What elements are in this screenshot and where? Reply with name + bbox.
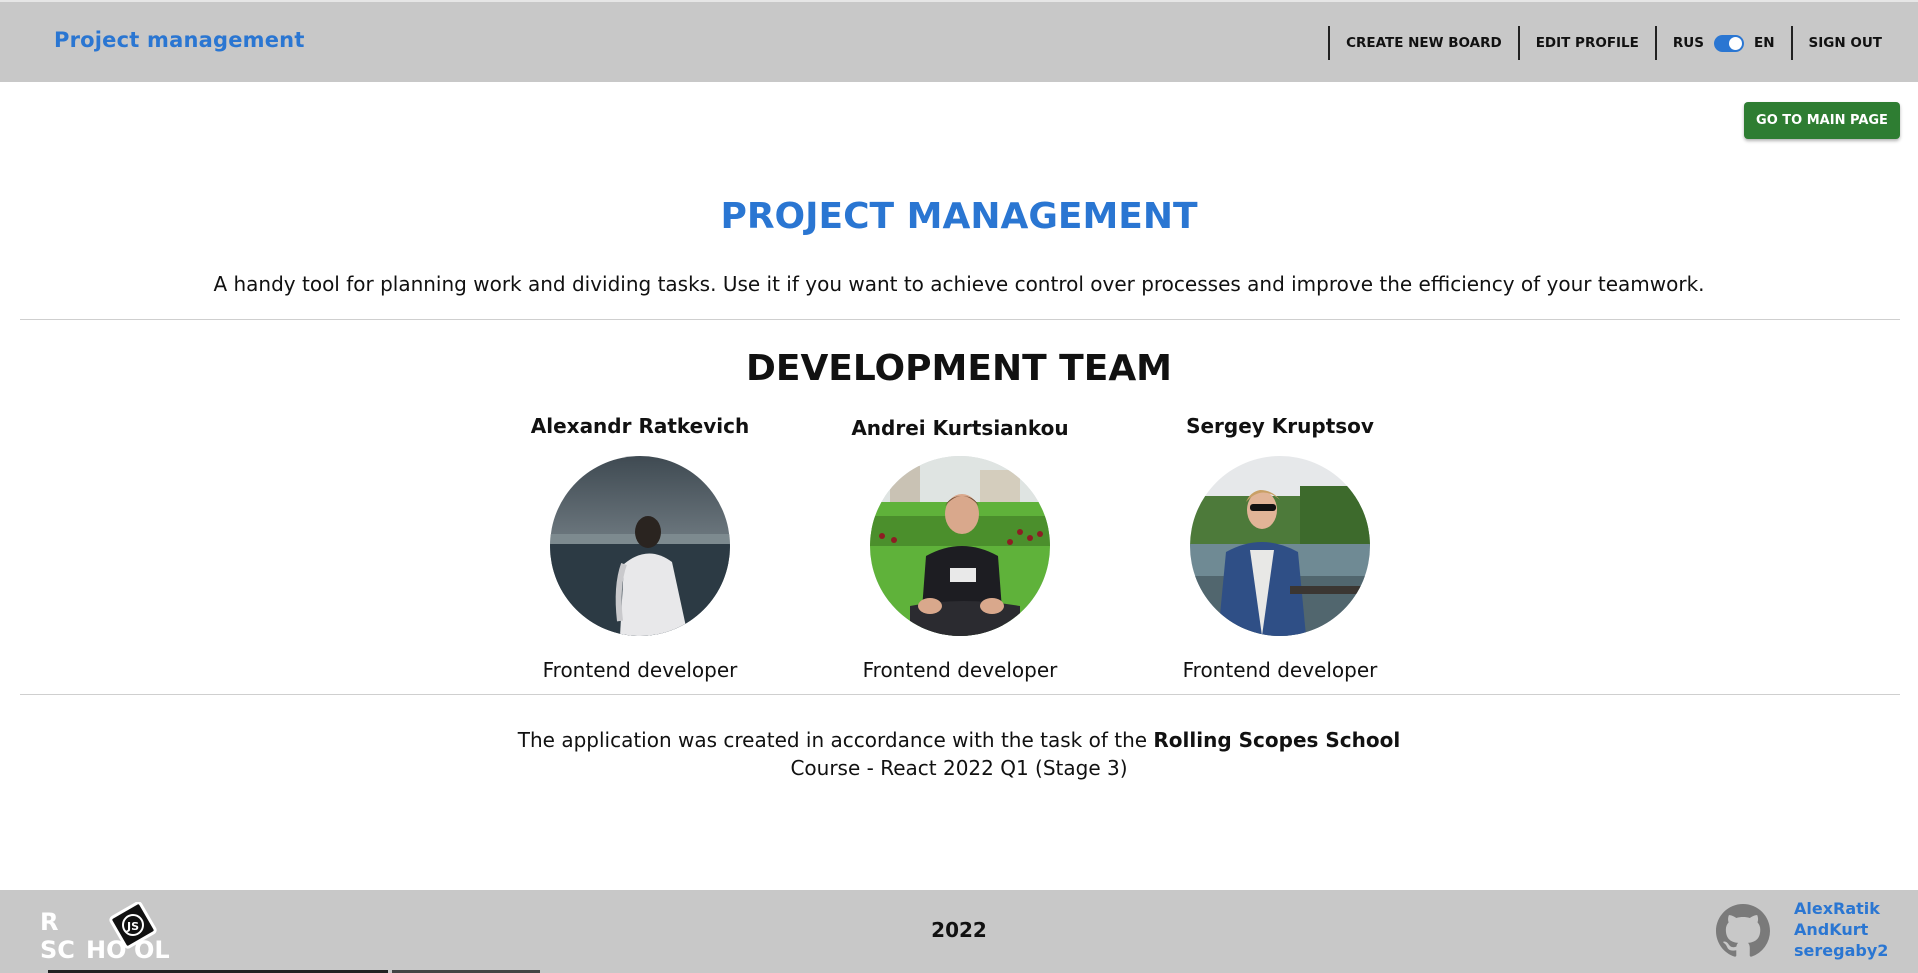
team-member-card: Andrei Kurtsiankou Frontend developer	[830, 416, 1090, 682]
github-links: AlexRatik AndKurt seregaby2	[1794, 898, 1888, 961]
team-title: DEVELOPMENT TEAM	[745, 348, 1173, 389]
lang-en-label: EN	[1753, 35, 1775, 51]
member-role: Frontend developer	[542, 658, 738, 682]
app-header: Project management CREATE NEW BOARD EDIT…	[0, 0, 1918, 82]
language-toggle[interactable]	[1713, 34, 1744, 52]
github-icon[interactable]	[1716, 904, 1770, 958]
go-to-main-page-button[interactable]: GO TO MAIN PAGE	[1744, 102, 1900, 139]
member-name: Alexandr Ratkevich	[530, 414, 750, 438]
edit-profile-button[interactable]: EDIT PROFILE	[1517, 26, 1655, 60]
credits-line-1: The application was created in accordanc…	[0, 726, 1918, 754]
github-link-andkurt[interactable]: AndKurt	[1794, 919, 1888, 940]
sign-out-button[interactable]: SIGN OUT	[1790, 26, 1918, 60]
toggle-knob	[1728, 36, 1742, 50]
divider	[20, 694, 1900, 695]
member-name: Sergey Kruptsov	[1186, 414, 1374, 438]
top-nav: CREATE NEW BOARD EDIT PROFILE RUS EN SIG…	[1328, 26, 1918, 60]
footer-year: 2022	[931, 918, 987, 942]
member-role: Frontend developer	[1182, 658, 1378, 682]
lang-rus-label: RUS	[1672, 35, 1704, 51]
github-link-alexratik[interactable]: AlexRatik	[1794, 898, 1888, 919]
member-role: Frontend developer	[862, 658, 1058, 682]
avatar-photo	[870, 456, 1050, 636]
school-name: Rolling Scopes School	[1153, 728, 1401, 752]
brand-link[interactable]: Project management	[54, 28, 305, 52]
page-title: PROJECT MANAGEMENT	[720, 196, 1198, 237]
team-member-card: Sergey Kruptsov Frontend developer	[1150, 414, 1410, 682]
divider	[20, 319, 1900, 320]
create-board-button[interactable]: CREATE NEW BOARD	[1328, 26, 1518, 60]
github-link-seregaby2[interactable]: seregaby2	[1794, 940, 1888, 961]
avatar	[1190, 456, 1370, 636]
credits-text: The application was created in accordanc…	[0, 726, 1918, 782]
member-name: Andrei Kurtsiankou	[851, 416, 1069, 440]
avatar	[870, 456, 1050, 636]
page-description: A handy tool for planning work and divid…	[213, 272, 1705, 296]
language-switch[interactable]: RUS EN	[1654, 26, 1791, 60]
app-footer: R SC HO OL JS 2022 AlexRatik AndKurt ser…	[0, 890, 1918, 973]
course-info: Course - React 2022 Q1 (Stage 3)	[790, 756, 1128, 780]
credits-prefix: The application was created in accordanc…	[517, 728, 1148, 752]
avatar-photo	[1190, 456, 1370, 636]
team-member-card: Alexandr Ratkevich Frontend developer	[510, 414, 770, 682]
avatar-photo	[550, 456, 730, 636]
avatar	[550, 456, 730, 636]
